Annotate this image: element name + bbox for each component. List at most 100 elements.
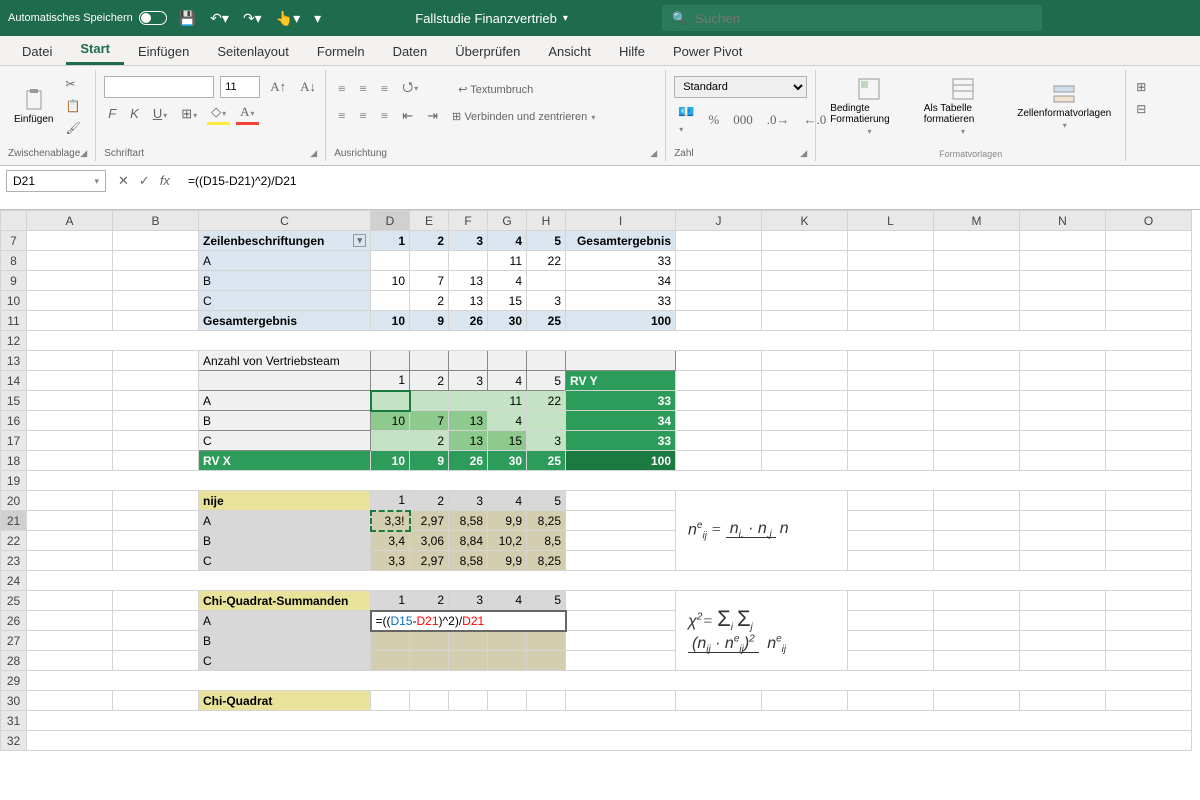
font-color-button[interactable]: A▾: [236, 102, 258, 125]
row-header[interactable]: 27: [1, 631, 27, 651]
row-header[interactable]: 18: [1, 451, 27, 471]
col-header-b[interactable]: B: [113, 211, 199, 231]
cell[interactable]: C: [199, 431, 371, 451]
row-header[interactable]: 29: [1, 671, 27, 691]
cell[interactable]: 3: [449, 591, 488, 611]
delete-cells-icon[interactable]: ⊟: [1134, 100, 1148, 118]
cell-d15-active[interactable]: [371, 391, 410, 411]
row-header[interactable]: 21: [1, 511, 27, 531]
cell[interactable]: Anzahl von Vertriebsteam: [199, 351, 371, 371]
border-button[interactable]: ⊞▾: [177, 104, 201, 124]
row-header[interactable]: 32: [1, 731, 27, 751]
row-header[interactable]: 22: [1, 531, 27, 551]
cell[interactable]: Gesamtergebnis: [566, 231, 676, 251]
fx-button[interactable]: fx: [160, 173, 170, 189]
cell[interactable]: B: [199, 271, 371, 291]
cell[interactable]: [449, 251, 488, 271]
cell[interactable]: 13: [449, 271, 488, 291]
row-header[interactable]: 23: [1, 551, 27, 571]
copy-icon[interactable]: 📋: [63, 97, 82, 115]
cell[interactable]: 33: [566, 391, 676, 411]
dialog-launcher-icon[interactable]: ◢: [650, 148, 657, 159]
search-box[interactable]: 🔍: [662, 5, 1042, 31]
dialog-launcher-icon[interactable]: ◢: [310, 148, 317, 159]
thousands-icon[interactable]: 000: [729, 110, 757, 130]
cell[interactable]: 2,97: [410, 511, 449, 531]
cell[interactable]: B: [199, 631, 371, 651]
cell[interactable]: 22: [527, 251, 566, 271]
cell[interactable]: 26: [449, 451, 488, 471]
cell[interactable]: Gesamtergebnis: [199, 311, 371, 331]
col-header-l[interactable]: L: [848, 211, 934, 231]
cell[interactable]: [371, 291, 410, 311]
cell[interactable]: 11: [488, 251, 527, 271]
row-header[interactable]: 16: [1, 411, 27, 431]
cell[interactable]: Zeilenbeschriftungen▾: [199, 231, 371, 251]
col-header-g[interactable]: G: [488, 211, 527, 231]
customize-icon[interactable]: ▾: [314, 10, 321, 27]
cell[interactable]: Chi-Quadrat: [199, 691, 371, 711]
cell[interactable]: B: [199, 531, 371, 551]
cell[interactable]: 2,97: [410, 551, 449, 571]
cell[interactable]: 2: [410, 291, 449, 311]
col-header-n[interactable]: N: [1020, 211, 1106, 231]
cell[interactable]: [371, 431, 410, 451]
col-header-a[interactable]: A: [27, 211, 113, 231]
tab-formeln[interactable]: Formeln: [303, 38, 379, 65]
increase-decimal-icon[interactable]: .0→: [763, 110, 794, 130]
cell[interactable]: 4: [488, 271, 527, 291]
cell[interactable]: 3: [449, 491, 488, 511]
align-left-icon[interactable]: ≡: [334, 106, 349, 126]
cell[interactable]: 4: [488, 591, 527, 611]
cell[interactable]: 26: [449, 311, 488, 331]
autosave-toggle[interactable]: Automatisches Speichern: [8, 11, 167, 25]
cell[interactable]: 2: [410, 431, 449, 451]
row-header[interactable]: 28: [1, 651, 27, 671]
tab-einfuegen[interactable]: Einfügen: [124, 38, 203, 65]
cell[interactable]: 7: [410, 271, 449, 291]
cell[interactable]: [371, 251, 410, 271]
cell[interactable]: [527, 411, 566, 431]
cell[interactable]: [410, 251, 449, 271]
merge-button[interactable]: ⊞ Verbinden und zentrieren ▾: [448, 108, 599, 125]
row-header[interactable]: 30: [1, 691, 27, 711]
col-header-j[interactable]: J: [676, 211, 762, 231]
cell-d26-editing[interactable]: =((D15-D21)^2)/D21: [371, 611, 566, 631]
col-header-i[interactable]: I: [566, 211, 676, 231]
cell-styles-button[interactable]: Zellenformatvorlagen▾: [1011, 78, 1117, 134]
format-as-table-button[interactable]: Als Tabelle formatieren▾: [918, 73, 1007, 140]
align-top-icon[interactable]: ≡: [334, 79, 349, 99]
conditional-formatting-button[interactable]: Bedingte Formatierung▾: [824, 73, 914, 140]
row-header[interactable]: 31: [1, 711, 27, 731]
cell[interactable]: 8,25: [527, 511, 566, 531]
cell[interactable]: 1: [371, 491, 410, 511]
cell[interactable]: 10: [371, 271, 410, 291]
cell[interactable]: C: [199, 651, 371, 671]
cell[interactable]: 33: [566, 251, 676, 271]
worksheet-grid[interactable]: A B C D E F G H I J K L M N O 7 Zeilenbe…: [0, 210, 1200, 751]
confirm-formula-button[interactable]: ✓: [139, 173, 150, 189]
percent-icon[interactable]: %: [704, 110, 723, 130]
col-header-o[interactable]: O: [1106, 211, 1192, 231]
toggle-switch[interactable]: [139, 11, 167, 25]
cell[interactable]: 4: [488, 411, 527, 431]
cell[interactable]: 11: [488, 391, 527, 411]
cell[interactable]: 3: [527, 291, 566, 311]
decrease-indent-icon[interactable]: ⇤: [398, 106, 417, 126]
cell[interactable]: 1: [371, 231, 410, 251]
cell[interactable]: 13: [449, 291, 488, 311]
cell[interactable]: 100: [566, 311, 676, 331]
cell[interactable]: 4: [488, 371, 527, 391]
cell[interactable]: 8,58: [449, 551, 488, 571]
col-header-k[interactable]: K: [762, 211, 848, 231]
font-name-input[interactable]: [104, 76, 214, 98]
bold-button[interactable]: F: [104, 104, 120, 124]
undo-icon[interactable]: ↶▾: [210, 10, 229, 27]
cell[interactable]: 4: [488, 491, 527, 511]
tab-daten[interactable]: Daten: [379, 38, 442, 65]
align-bottom-icon[interactable]: ≡: [377, 79, 392, 99]
italic-button[interactable]: K: [126, 104, 143, 124]
cell[interactable]: A: [199, 391, 371, 411]
cell[interactable]: 3: [527, 431, 566, 451]
cell[interactable]: 5: [527, 231, 566, 251]
